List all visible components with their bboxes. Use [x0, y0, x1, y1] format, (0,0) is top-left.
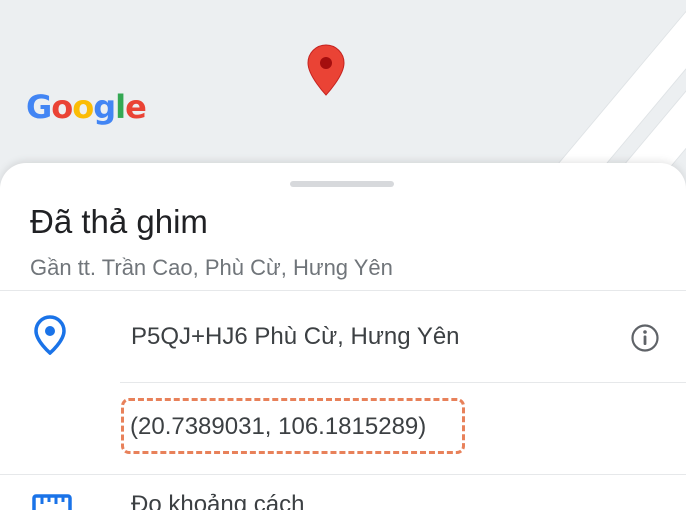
google-logo: Google [26, 88, 147, 126]
divider [0, 474, 686, 475]
map-pin-icon[interactable] [307, 44, 345, 96]
place-title: Đã thả ghim [30, 203, 208, 240]
info-icon[interactable] [630, 323, 660, 353]
location-pin-icon [34, 315, 66, 355]
measure-distance-label[interactable]: Đo khoảng cách [131, 491, 304, 510]
plus-code-address[interactable]: P5QJ+HJ6 Phù Cừ, Hưng Yên [131, 323, 460, 351]
divider [0, 290, 686, 291]
screen: Google Đã thả ghim Gần tt. Trần Cao, Phù… [0, 0, 686, 510]
ruler-icon [32, 494, 72, 510]
place-subtitle: Gần tt. Trần Cao, Phù Cừ, Hưng Yên [30, 255, 393, 280]
place-bottom-sheet: Đã thả ghim Gần tt. Trần Cao, Phù Cừ, Hư… [0, 163, 686, 510]
drag-handle[interactable] [290, 181, 394, 187]
divider [120, 382, 686, 383]
coordinates-text[interactable]: (20.7389031, 106.1815289) [130, 413, 426, 441]
